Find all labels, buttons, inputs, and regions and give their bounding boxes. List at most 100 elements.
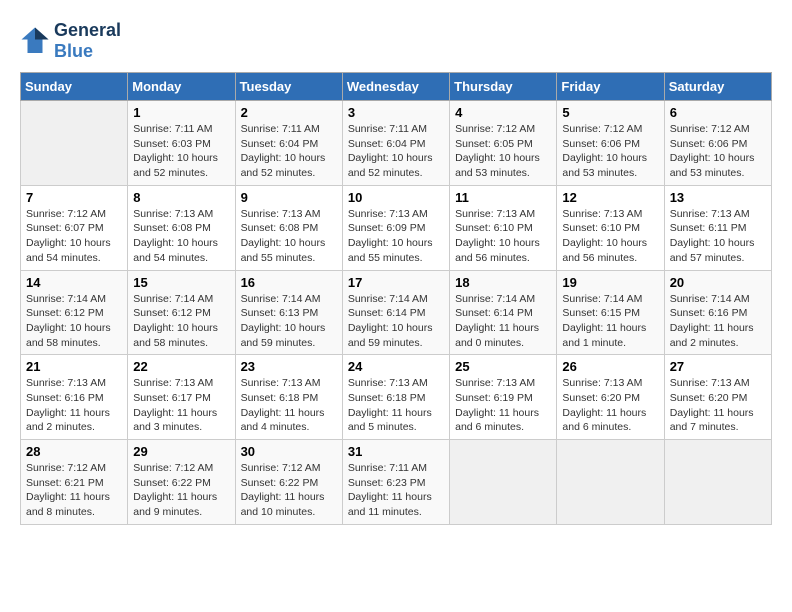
calendar-cell: 16 Sunrise: 7:14 AM Sunset: 6:13 PM Dayl… bbox=[235, 270, 342, 355]
day-info: Sunrise: 7:12 AM Sunset: 6:06 PM Dayligh… bbox=[670, 122, 766, 181]
day-info: Sunrise: 7:11 AM Sunset: 6:03 PM Dayligh… bbox=[133, 122, 229, 181]
day-number: 27 bbox=[670, 359, 766, 374]
calendar-week-row: 1 Sunrise: 7:11 AM Sunset: 6:03 PM Dayli… bbox=[21, 101, 772, 186]
day-number: 23 bbox=[241, 359, 337, 374]
day-info: Sunrise: 7:12 AM Sunset: 6:06 PM Dayligh… bbox=[562, 122, 658, 181]
calendar-cell bbox=[557, 440, 664, 525]
day-number: 1 bbox=[133, 105, 229, 120]
day-info: Sunrise: 7:13 AM Sunset: 6:20 PM Dayligh… bbox=[670, 376, 766, 435]
day-number: 13 bbox=[670, 190, 766, 205]
calendar-cell: 9 Sunrise: 7:13 AM Sunset: 6:08 PM Dayli… bbox=[235, 185, 342, 270]
calendar-cell: 20 Sunrise: 7:14 AM Sunset: 6:16 PM Dayl… bbox=[664, 270, 771, 355]
calendar-cell: 25 Sunrise: 7:13 AM Sunset: 6:19 PM Dayl… bbox=[450, 355, 557, 440]
logo-icon bbox=[20, 26, 50, 56]
day-number: 5 bbox=[562, 105, 658, 120]
calendar-cell: 22 Sunrise: 7:13 AM Sunset: 6:17 PM Dayl… bbox=[128, 355, 235, 440]
day-number: 30 bbox=[241, 444, 337, 459]
calendar-cell: 7 Sunrise: 7:12 AM Sunset: 6:07 PM Dayli… bbox=[21, 185, 128, 270]
day-info: Sunrise: 7:13 AM Sunset: 6:08 PM Dayligh… bbox=[241, 207, 337, 266]
header-thursday: Thursday bbox=[450, 73, 557, 101]
header-monday: Monday bbox=[128, 73, 235, 101]
day-info: Sunrise: 7:11 AM Sunset: 6:23 PM Dayligh… bbox=[348, 461, 444, 520]
calendar-week-row: 14 Sunrise: 7:14 AM Sunset: 6:12 PM Dayl… bbox=[21, 270, 772, 355]
day-number: 15 bbox=[133, 275, 229, 290]
day-number: 16 bbox=[241, 275, 337, 290]
calendar-cell: 23 Sunrise: 7:13 AM Sunset: 6:18 PM Dayl… bbox=[235, 355, 342, 440]
calendar-cell: 3 Sunrise: 7:11 AM Sunset: 6:04 PM Dayli… bbox=[342, 101, 449, 186]
day-number: 20 bbox=[670, 275, 766, 290]
day-info: Sunrise: 7:12 AM Sunset: 6:05 PM Dayligh… bbox=[455, 122, 551, 181]
calendar-cell: 13 Sunrise: 7:13 AM Sunset: 6:11 PM Dayl… bbox=[664, 185, 771, 270]
day-info: Sunrise: 7:11 AM Sunset: 6:04 PM Dayligh… bbox=[241, 122, 337, 181]
header-sunday: Sunday bbox=[21, 73, 128, 101]
day-number: 14 bbox=[26, 275, 122, 290]
day-info: Sunrise: 7:13 AM Sunset: 6:17 PM Dayligh… bbox=[133, 376, 229, 435]
day-info: Sunrise: 7:14 AM Sunset: 6:16 PM Dayligh… bbox=[670, 292, 766, 351]
day-number: 11 bbox=[455, 190, 551, 205]
logo: General Blue bbox=[20, 20, 121, 62]
day-info: Sunrise: 7:14 AM Sunset: 6:14 PM Dayligh… bbox=[348, 292, 444, 351]
calendar-table: SundayMondayTuesdayWednesdayThursdayFrid… bbox=[20, 72, 772, 525]
calendar-cell: 30 Sunrise: 7:12 AM Sunset: 6:22 PM Dayl… bbox=[235, 440, 342, 525]
day-info: Sunrise: 7:12 AM Sunset: 6:07 PM Dayligh… bbox=[26, 207, 122, 266]
day-info: Sunrise: 7:13 AM Sunset: 6:10 PM Dayligh… bbox=[455, 207, 551, 266]
day-number: 21 bbox=[26, 359, 122, 374]
day-number: 29 bbox=[133, 444, 229, 459]
day-number: 17 bbox=[348, 275, 444, 290]
calendar-cell: 21 Sunrise: 7:13 AM Sunset: 6:16 PM Dayl… bbox=[21, 355, 128, 440]
day-info: Sunrise: 7:13 AM Sunset: 6:10 PM Dayligh… bbox=[562, 207, 658, 266]
calendar-cell bbox=[664, 440, 771, 525]
calendar-week-row: 7 Sunrise: 7:12 AM Sunset: 6:07 PM Dayli… bbox=[21, 185, 772, 270]
day-number: 6 bbox=[670, 105, 766, 120]
day-number: 10 bbox=[348, 190, 444, 205]
day-number: 25 bbox=[455, 359, 551, 374]
calendar-cell: 15 Sunrise: 7:14 AM Sunset: 6:12 PM Dayl… bbox=[128, 270, 235, 355]
day-info: Sunrise: 7:13 AM Sunset: 6:18 PM Dayligh… bbox=[241, 376, 337, 435]
day-number: 8 bbox=[133, 190, 229, 205]
day-number: 31 bbox=[348, 444, 444, 459]
day-info: Sunrise: 7:11 AM Sunset: 6:04 PM Dayligh… bbox=[348, 122, 444, 181]
day-info: Sunrise: 7:14 AM Sunset: 6:12 PM Dayligh… bbox=[133, 292, 229, 351]
calendar-week-row: 21 Sunrise: 7:13 AM Sunset: 6:16 PM Dayl… bbox=[21, 355, 772, 440]
calendar-cell: 19 Sunrise: 7:14 AM Sunset: 6:15 PM Dayl… bbox=[557, 270, 664, 355]
calendar-week-row: 28 Sunrise: 7:12 AM Sunset: 6:21 PM Dayl… bbox=[21, 440, 772, 525]
calendar-cell: 27 Sunrise: 7:13 AM Sunset: 6:20 PM Dayl… bbox=[664, 355, 771, 440]
day-number: 3 bbox=[348, 105, 444, 120]
day-info: Sunrise: 7:13 AM Sunset: 6:18 PM Dayligh… bbox=[348, 376, 444, 435]
calendar-cell: 2 Sunrise: 7:11 AM Sunset: 6:04 PM Dayli… bbox=[235, 101, 342, 186]
calendar-cell: 29 Sunrise: 7:12 AM Sunset: 6:22 PM Dayl… bbox=[128, 440, 235, 525]
calendar-cell: 31 Sunrise: 7:11 AM Sunset: 6:23 PM Dayl… bbox=[342, 440, 449, 525]
calendar-cell: 10 Sunrise: 7:13 AM Sunset: 6:09 PM Dayl… bbox=[342, 185, 449, 270]
header-saturday: Saturday bbox=[664, 73, 771, 101]
day-info: Sunrise: 7:14 AM Sunset: 6:14 PM Dayligh… bbox=[455, 292, 551, 351]
day-info: Sunrise: 7:12 AM Sunset: 6:22 PM Dayligh… bbox=[133, 461, 229, 520]
calendar-cell bbox=[21, 101, 128, 186]
calendar-cell: 12 Sunrise: 7:13 AM Sunset: 6:10 PM Dayl… bbox=[557, 185, 664, 270]
day-info: Sunrise: 7:12 AM Sunset: 6:22 PM Dayligh… bbox=[241, 461, 337, 520]
day-info: Sunrise: 7:13 AM Sunset: 6:08 PM Dayligh… bbox=[133, 207, 229, 266]
day-info: Sunrise: 7:13 AM Sunset: 6:20 PM Dayligh… bbox=[562, 376, 658, 435]
day-number: 28 bbox=[26, 444, 122, 459]
day-info: Sunrise: 7:12 AM Sunset: 6:21 PM Dayligh… bbox=[26, 461, 122, 520]
calendar-cell: 24 Sunrise: 7:13 AM Sunset: 6:18 PM Dayl… bbox=[342, 355, 449, 440]
calendar-cell: 18 Sunrise: 7:14 AM Sunset: 6:14 PM Dayl… bbox=[450, 270, 557, 355]
day-info: Sunrise: 7:13 AM Sunset: 6:19 PM Dayligh… bbox=[455, 376, 551, 435]
day-info: Sunrise: 7:13 AM Sunset: 6:16 PM Dayligh… bbox=[26, 376, 122, 435]
day-number: 9 bbox=[241, 190, 337, 205]
day-info: Sunrise: 7:14 AM Sunset: 6:13 PM Dayligh… bbox=[241, 292, 337, 351]
calendar-cell: 4 Sunrise: 7:12 AM Sunset: 6:05 PM Dayli… bbox=[450, 101, 557, 186]
day-number: 24 bbox=[348, 359, 444, 374]
calendar-cell: 26 Sunrise: 7:13 AM Sunset: 6:20 PM Dayl… bbox=[557, 355, 664, 440]
day-number: 7 bbox=[26, 190, 122, 205]
day-number: 12 bbox=[562, 190, 658, 205]
calendar-cell: 28 Sunrise: 7:12 AM Sunset: 6:21 PM Dayl… bbox=[21, 440, 128, 525]
day-number: 19 bbox=[562, 275, 658, 290]
calendar-cell: 1 Sunrise: 7:11 AM Sunset: 6:03 PM Dayli… bbox=[128, 101, 235, 186]
header-tuesday: Tuesday bbox=[235, 73, 342, 101]
calendar-cell bbox=[450, 440, 557, 525]
calendar-cell: 17 Sunrise: 7:14 AM Sunset: 6:14 PM Dayl… bbox=[342, 270, 449, 355]
calendar-header-row: SundayMondayTuesdayWednesdayThursdayFrid… bbox=[21, 73, 772, 101]
calendar-cell: 14 Sunrise: 7:14 AM Sunset: 6:12 PM Dayl… bbox=[21, 270, 128, 355]
logo-text: General Blue bbox=[54, 20, 121, 62]
day-number: 4 bbox=[455, 105, 551, 120]
